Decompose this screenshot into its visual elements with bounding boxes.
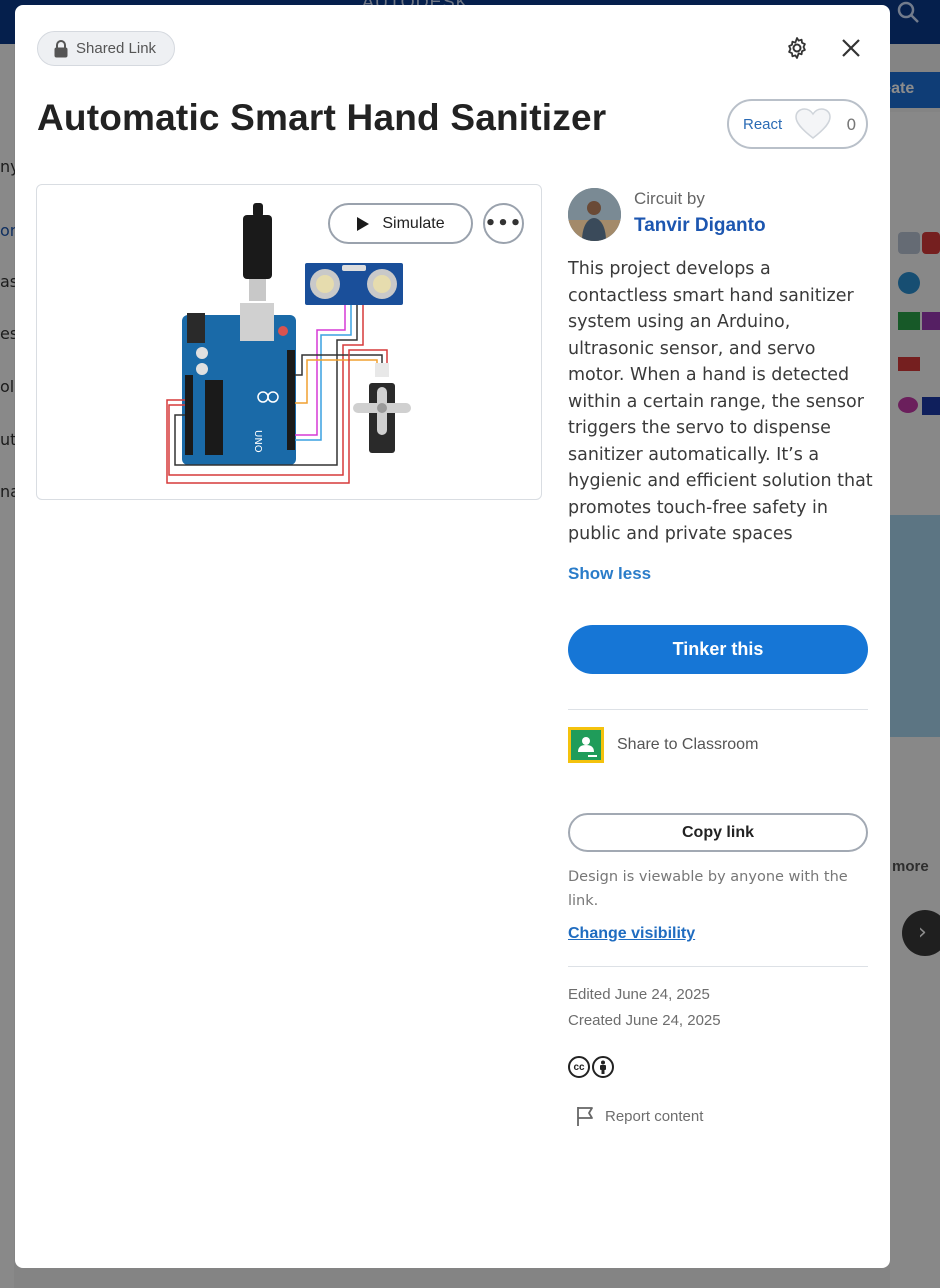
creative-commons-icon: cc bbox=[568, 1056, 590, 1078]
react-button[interactable]: React 0 bbox=[727, 99, 868, 149]
report-content-link[interactable]: Report content bbox=[575, 1105, 703, 1127]
shared-link-label: Shared Link bbox=[76, 40, 157, 57]
simulate-label: Simulate bbox=[382, 214, 445, 232]
gear-icon[interactable] bbox=[779, 30, 815, 66]
share-to-classroom-label: Share to Classroom bbox=[617, 736, 759, 753]
circuit-by-label: Circuit by bbox=[634, 189, 705, 208]
change-visibility-link[interactable]: Change visibility bbox=[568, 925, 695, 943]
shared-link-badge: Shared Link bbox=[37, 31, 176, 66]
simulate-button[interactable]: Simulate bbox=[328, 203, 473, 244]
close-icon[interactable] bbox=[833, 30, 869, 66]
divider bbox=[568, 966, 868, 967]
created-date: Created June 24, 2025 bbox=[568, 1012, 721, 1029]
circuit-preview[interactable]: UNO Simulate ••• bbox=[36, 184, 542, 500]
heart-icon bbox=[795, 108, 831, 139]
divider bbox=[568, 709, 868, 710]
play-icon bbox=[357, 216, 370, 231]
license-badges[interactable]: cc bbox=[568, 1056, 614, 1078]
react-count: 0 bbox=[846, 114, 857, 134]
attribution-icon bbox=[592, 1056, 614, 1078]
author-name-link[interactable]: Tanvir Diganto bbox=[634, 215, 766, 237]
avatar[interactable] bbox=[568, 188, 621, 241]
svg-text:UNO: UNO bbox=[252, 430, 263, 453]
show-less-link[interactable]: Show less bbox=[568, 564, 651, 584]
design-title: Automatic Smart Hand Sanitizer bbox=[37, 97, 607, 138]
tinker-this-button[interactable]: Tinker this bbox=[568, 625, 868, 674]
visibility-note: Design is viewable by anyone with the li… bbox=[568, 869, 848, 909]
google-classroom-icon bbox=[568, 727, 604, 763]
react-label: React bbox=[743, 115, 783, 133]
flag-icon bbox=[577, 1107, 593, 1126]
lock-icon bbox=[54, 39, 68, 58]
report-content-label: Report content bbox=[605, 1107, 704, 1125]
copy-link-button[interactable]: Copy link bbox=[568, 813, 868, 852]
more-dots-icon: ••• bbox=[484, 213, 523, 234]
more-options-button[interactable]: ••• bbox=[483, 203, 524, 244]
share-to-classroom[interactable]: Share to Classroom bbox=[568, 727, 758, 763]
design-description: This project develops a contactless smar… bbox=[568, 259, 873, 544]
design-details-modal: Shared Link Automatic Smart Hand Sanitiz… bbox=[15, 5, 890, 1268]
edited-date: Edited June 24, 2025 bbox=[568, 986, 710, 1003]
